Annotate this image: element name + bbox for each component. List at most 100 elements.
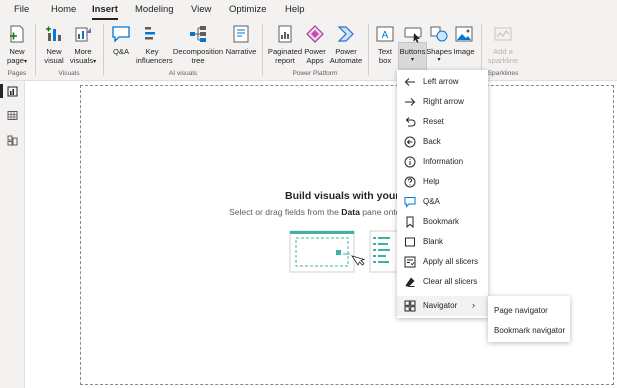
text-box-label-2: box — [378, 56, 392, 65]
new-page-label-1: New — [9, 47, 25, 56]
menu-item-help[interactable]: Help — [397, 172, 488, 192]
more-visuals-label-2: visuals — [69, 56, 94, 65]
menu-item-label: Q&A — [423, 197, 440, 206]
chevron-down-icon: ▾ — [410, 57, 414, 63]
group-divider — [35, 24, 36, 76]
add-sparkline-button[interactable]: Add a sparkline — [485, 24, 521, 65]
navigator-submenu: Page navigator Bookmark navigator — [488, 296, 570, 342]
tab-file[interactable]: File — [14, 4, 29, 15]
image-label: Image — [453, 47, 475, 56]
menu-item-label: Navigator — [423, 301, 458, 310]
qa-button[interactable]: Q&A — [108, 24, 134, 56]
help-icon — [404, 176, 416, 188]
key-influencers-button[interactable]: Key influencers — [136, 24, 173, 65]
active-view-indicator — [0, 84, 3, 98]
power-automate-icon — [337, 26, 354, 42]
subtitle-post: pane onto — [359, 207, 401, 217]
menu-item-navigator[interactable]: Navigator › — [397, 296, 488, 316]
new-visual-button[interactable]: New visual — [40, 24, 68, 65]
new-visual-label-1: New — [46, 47, 62, 56]
empty-canvas-illustration — [289, 230, 399, 273]
apply-slicers-icon — [404, 256, 416, 268]
chevron-down-icon: ▾ — [437, 57, 441, 63]
menu-item-label: Apply all slicers — [423, 257, 479, 266]
tab-home[interactable]: Home — [51, 4, 76, 15]
paginated-report-label-1: Paginated — [267, 47, 303, 56]
tab-view[interactable]: View — [191, 4, 211, 15]
menu-item-label: Left arrow — [423, 77, 459, 86]
text-box-button[interactable]: A Text box — [372, 24, 398, 65]
group-label-power-platform: Power Platform — [292, 70, 338, 77]
shapes-icon — [430, 26, 448, 42]
new-page-icon — [10, 25, 24, 43]
back-icon — [404, 136, 416, 148]
narrative-icon — [233, 25, 249, 43]
menu-item-label: Information — [423, 157, 464, 166]
group-label-sparklines: Sparklines — [487, 70, 519, 77]
menu-item-bookmark[interactable]: Bookmark — [397, 212, 488, 232]
menu-item-blank[interactable]: Blank — [397, 232, 488, 252]
model-view-icon[interactable] — [7, 135, 18, 146]
ribbon: New page▾ Pages New visual More visuals▾… — [0, 20, 617, 90]
menu-item-left-arrow[interactable]: Left arrow — [397, 72, 488, 92]
power-automate-label-2: Automate — [329, 56, 363, 65]
paginated-report-icon — [278, 25, 292, 43]
decomposition-tree-icon — [190, 26, 206, 42]
narrative-button[interactable]: Narrative — [224, 24, 258, 56]
menu-item-back[interactable]: Back — [397, 132, 488, 152]
shapes-button[interactable]: Shapes ▾ — [426, 24, 452, 65]
image-button[interactable]: Image — [452, 24, 476, 56]
information-icon — [404, 156, 416, 168]
chevron-right-icon: › — [472, 300, 475, 310]
power-apps-button[interactable]: Power Apps — [302, 24, 328, 65]
qa-label: Q&A — [112, 47, 130, 56]
buttons-icon — [404, 27, 421, 43]
tab-modeling[interactable]: Modeling — [135, 4, 174, 15]
menu-item-reset[interactable]: Reset — [397, 112, 488, 132]
more-visuals-icon — [75, 27, 91, 42]
sparkline-icon — [494, 27, 512, 41]
power-automate-label-1: Power — [335, 47, 357, 56]
eraser-icon — [405, 277, 415, 287]
submenu-item-bookmark-navigator[interactable]: Bookmark navigator — [494, 326, 565, 335]
tab-help[interactable]: Help — [285, 4, 305, 15]
qa-icon — [404, 197, 416, 208]
menu-item-label: Help — [423, 177, 440, 186]
buttons-button[interactable]: Buttons ▾ — [398, 24, 427, 65]
key-influencers-label-1: Key — [145, 47, 159, 56]
more-visuals-button[interactable]: More visuals▾ — [68, 24, 98, 67]
power-automate-button[interactable]: Power Automate — [328, 24, 364, 65]
report-view-icon[interactable] — [7, 86, 18, 97]
text-box-icon: A — [376, 26, 394, 42]
tab-insert[interactable]: Insert — [92, 4, 118, 15]
subtitle-pre: Select or drag fields from the — [229, 207, 342, 217]
tab-optimize[interactable]: Optimize — [229, 4, 266, 15]
power-apps-label-2: Apps — [306, 56, 324, 65]
power-apps-label-1: Power — [304, 47, 326, 56]
chevron-down-icon: ▾ — [93, 59, 97, 65]
paginated-report-button[interactable]: Paginated report — [266, 24, 304, 65]
new-page-button[interactable]: New page▾ — [4, 24, 30, 67]
menu-item-qa[interactable]: Q&A — [397, 192, 488, 212]
group-label-pages: Pages — [7, 70, 27, 77]
text-box-label-1: Text — [378, 47, 392, 56]
bookmark-icon — [406, 216, 414, 228]
right-arrow-icon — [405, 98, 416, 106]
add-sparkline-label-2: sparkline — [487, 56, 519, 65]
menu-item-clear-all-slicers[interactable]: Clear all slicers — [397, 272, 488, 292]
menu-item-label: Right arrow — [423, 97, 464, 106]
group-label-visuals: Visuals — [58, 70, 80, 77]
view-switcher-rail — [0, 81, 25, 388]
menu-item-right-arrow[interactable]: Right arrow — [397, 92, 488, 112]
shapes-label: Shapes — [426, 47, 452, 56]
menu-item-information[interactable]: Information — [397, 152, 488, 172]
table-view-icon[interactable] — [7, 110, 18, 121]
decomposition-tree-label-1: Decomposition — [172, 47, 224, 56]
submenu-item-page-navigator[interactable]: Page navigator — [494, 306, 548, 315]
decomposition-tree-button[interactable]: Decomposition tree — [172, 24, 224, 65]
menu-item-apply-all-slicers[interactable]: Apply all slicers — [397, 252, 488, 272]
key-influencers-label-2: influencers — [136, 56, 173, 65]
add-sparkline-label-1: Add a — [493, 47, 513, 56]
new-visual-icon — [46, 26, 61, 41]
menu-item-label: Clear all slicers — [423, 277, 478, 286]
